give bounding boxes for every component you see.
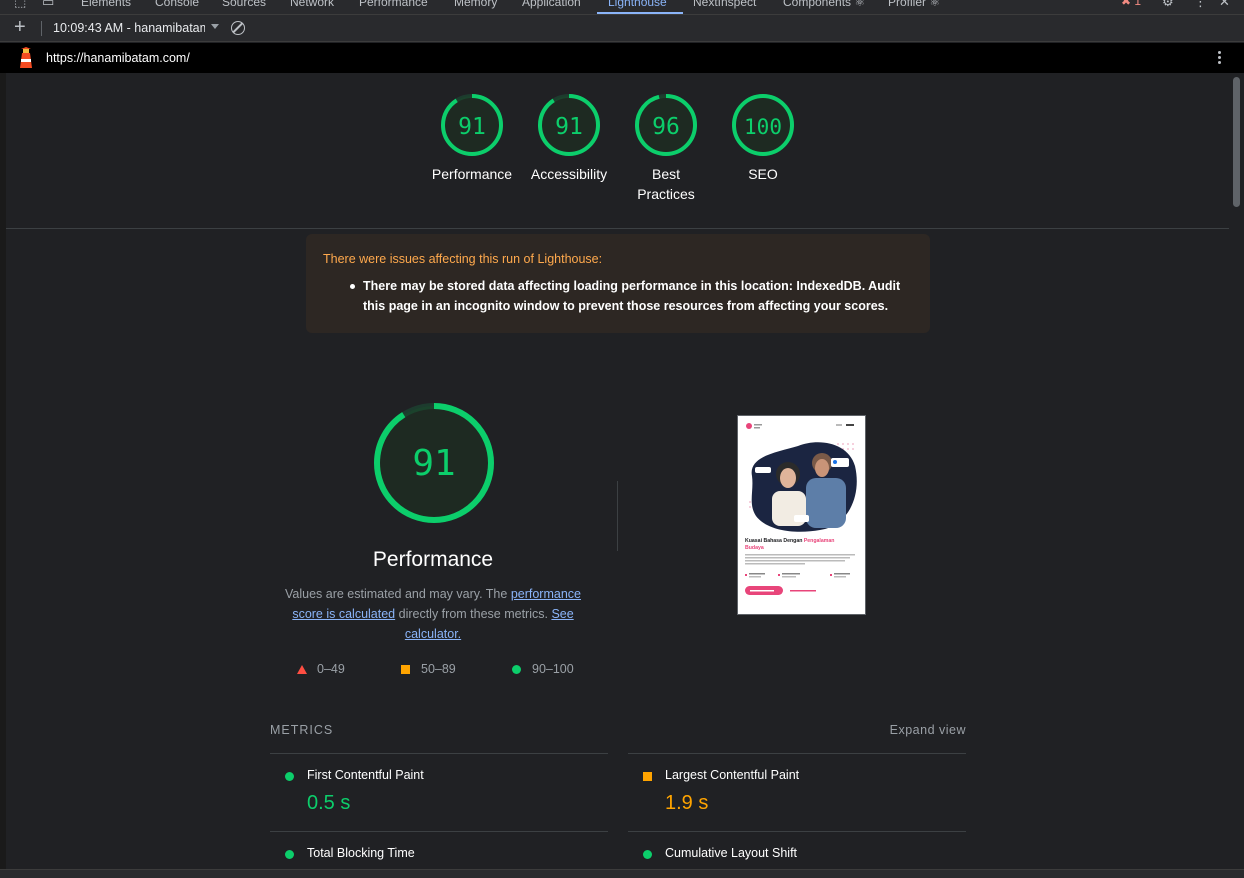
gauge-label: Best Practices [637, 166, 695, 202]
warnings-title: There were issues affecting this run of … [323, 252, 603, 266]
circle-icon [512, 665, 521, 674]
gauge-seo[interactable]: 100 SEO [711, 92, 815, 184]
legend-range: 50–89 [421, 662, 456, 676]
metric-name: Largest Contentful Paint [665, 768, 800, 782]
metric-first-contentful-paint: First Contentful Paint 0.5 s [270, 753, 608, 831]
performance-title: Performance [372, 548, 494, 571]
tab-console[interactable]: Console [155, 0, 199, 9]
gauge-best-practices[interactable]: 96 Best Practices [614, 92, 718, 204]
close-devtools-icon[interactable]: ✕ [1219, 0, 1230, 10]
legend-fail: 0–49 [297, 662, 345, 676]
gauge-label: SEO [748, 166, 778, 182]
devtools-drawer-bar [0, 869, 1244, 878]
tab-application[interactable]: Application [522, 0, 581, 9]
performance-score-value: 91 [412, 443, 455, 484]
pass-circle-icon [285, 850, 294, 859]
chevron-down-icon[interactable] [211, 24, 219, 29]
expand-view-toggle[interactable]: Expand view [890, 723, 966, 737]
score-value: 96 [652, 114, 680, 140]
tab-elements[interactable]: Elements [81, 0, 131, 9]
tab-profiler[interactable]: Profiler ⚛ [888, 0, 940, 9]
score-ring: 96 [635, 94, 697, 156]
average-square-icon [643, 772, 652, 781]
tab-memory[interactable]: Memory [454, 0, 497, 9]
device-toolbar-icon[interactable]: ▭ [42, 0, 54, 10]
page-preview-image: Kuasai Bahasa Dengan Pengalaman Budaya [738, 416, 865, 614]
desc-text: Values are estimated and may vary. The [285, 587, 511, 601]
report-url: https://hanamibatam.com/ [46, 51, 190, 65]
bullet-icon [350, 284, 355, 289]
settings-gear-icon[interactable]: ⚙ [1162, 0, 1174, 10]
scrollbar-thumb[interactable] [1233, 77, 1240, 207]
warning-item: There may be stored data affecting loadi… [363, 279, 901, 313]
metric-value: 1.9 s [665, 792, 709, 814]
report-url-bar: https://hanamibatam.com/ [0, 43, 1244, 73]
clear-reports-icon[interactable] [231, 21, 245, 35]
metrics-header: METRICS Expand view [270, 723, 966, 753]
report-menu-icon[interactable] [1218, 51, 1222, 66]
legend-range: 90–100 [532, 662, 574, 676]
legend-average: 50–89 [401, 662, 456, 676]
metric-largest-contentful-paint: Largest Contentful Paint 1.9 s [628, 753, 966, 831]
metric-value: 0.5 s [307, 792, 351, 814]
tab-components[interactable]: Components ⚛ [783, 0, 865, 9]
gauge-accessibility[interactable]: 91 Accessibility [517, 92, 621, 184]
tab-nextinspect[interactable]: NextInspect [693, 0, 756, 9]
legend-range: 0–49 [317, 662, 345, 676]
active-tab-indicator [597, 12, 683, 14]
more-options-icon[interactable]: ⋮ [1194, 0, 1207, 10]
lighthouse-toolbar: + 10:09:43 AM - hanamibatam.com [0, 15, 1244, 42]
gauge-label: Accessibility [530, 166, 608, 182]
pass-circle-icon [285, 772, 294, 781]
error-count-badge[interactable]: ✖ 1 [1121, 0, 1141, 8]
triangle-icon [297, 665, 307, 674]
performance-score-gauge: 91 [374, 403, 494, 523]
pass-circle-icon [643, 850, 652, 859]
preview-heading: Kuasai Bahasa Dengan Pengalaman [745, 538, 834, 544]
score-value: 91 [555, 114, 583, 140]
new-report-plus-icon[interactable]: + [14, 17, 26, 37]
tab-sources[interactable]: Sources [222, 0, 266, 9]
score-ring: 100 [732, 94, 794, 156]
toolbar-separator [41, 21, 42, 36]
performance-description: Values are estimated and may vary. The p… [270, 584, 596, 644]
score-ring: 91 [441, 94, 503, 156]
gauge-performance[interactable]: 91 Performance [420, 92, 524, 184]
metric-name: Cumulative Layout Shift [665, 846, 798, 860]
devtools-tab-bar: ⬚ ▭ Elements Console Sources Network Per… [0, 0, 1244, 15]
tab-lighthouse[interactable]: Lighthouse [608, 0, 667, 9]
gauge-label: Performance [431, 166, 513, 182]
preview-heading-line2: Budaya [745, 545, 764, 551]
report-selector[interactable]: 10:09:43 AM - hanamibatam.com [53, 21, 205, 35]
desc-text-middle: directly from these metrics. [395, 607, 552, 621]
error-count: 1 [1134, 0, 1142, 8]
report-scrollbar[interactable] [1229, 73, 1244, 869]
score-ring: 91 [538, 94, 600, 156]
vertical-separator [617, 481, 618, 551]
legend-pass: 90–100 [512, 662, 574, 676]
square-icon [401, 665, 410, 674]
score-value: 91 [458, 114, 486, 140]
inspect-element-icon[interactable]: ⬚ [14, 0, 26, 10]
lighthouse-logo-icon [20, 47, 32, 68]
metric-total-blocking-time: Total Blocking Time [270, 831, 608, 869]
lighthouse-report: 91 Performance 91 Accessibility 96 Best … [6, 73, 1229, 869]
section-divider [6, 228, 1229, 229]
run-warnings-box: There were issues affecting this run of … [306, 234, 930, 333]
tab-network[interactable]: Network [290, 0, 334, 9]
tab-performance[interactable]: Performance [359, 0, 428, 9]
metric-cumulative-layout-shift: Cumulative Layout Shift [628, 831, 966, 869]
metric-name: First Contentful Paint [307, 768, 424, 782]
score-value: 100 [744, 115, 782, 139]
metrics-title: METRICS [270, 723, 334, 737]
final-screenshot-thumbnail[interactable]: Kuasai Bahasa Dengan Pengalaman Budaya [737, 415, 866, 615]
metric-name: Total Blocking Time [307, 846, 415, 860]
